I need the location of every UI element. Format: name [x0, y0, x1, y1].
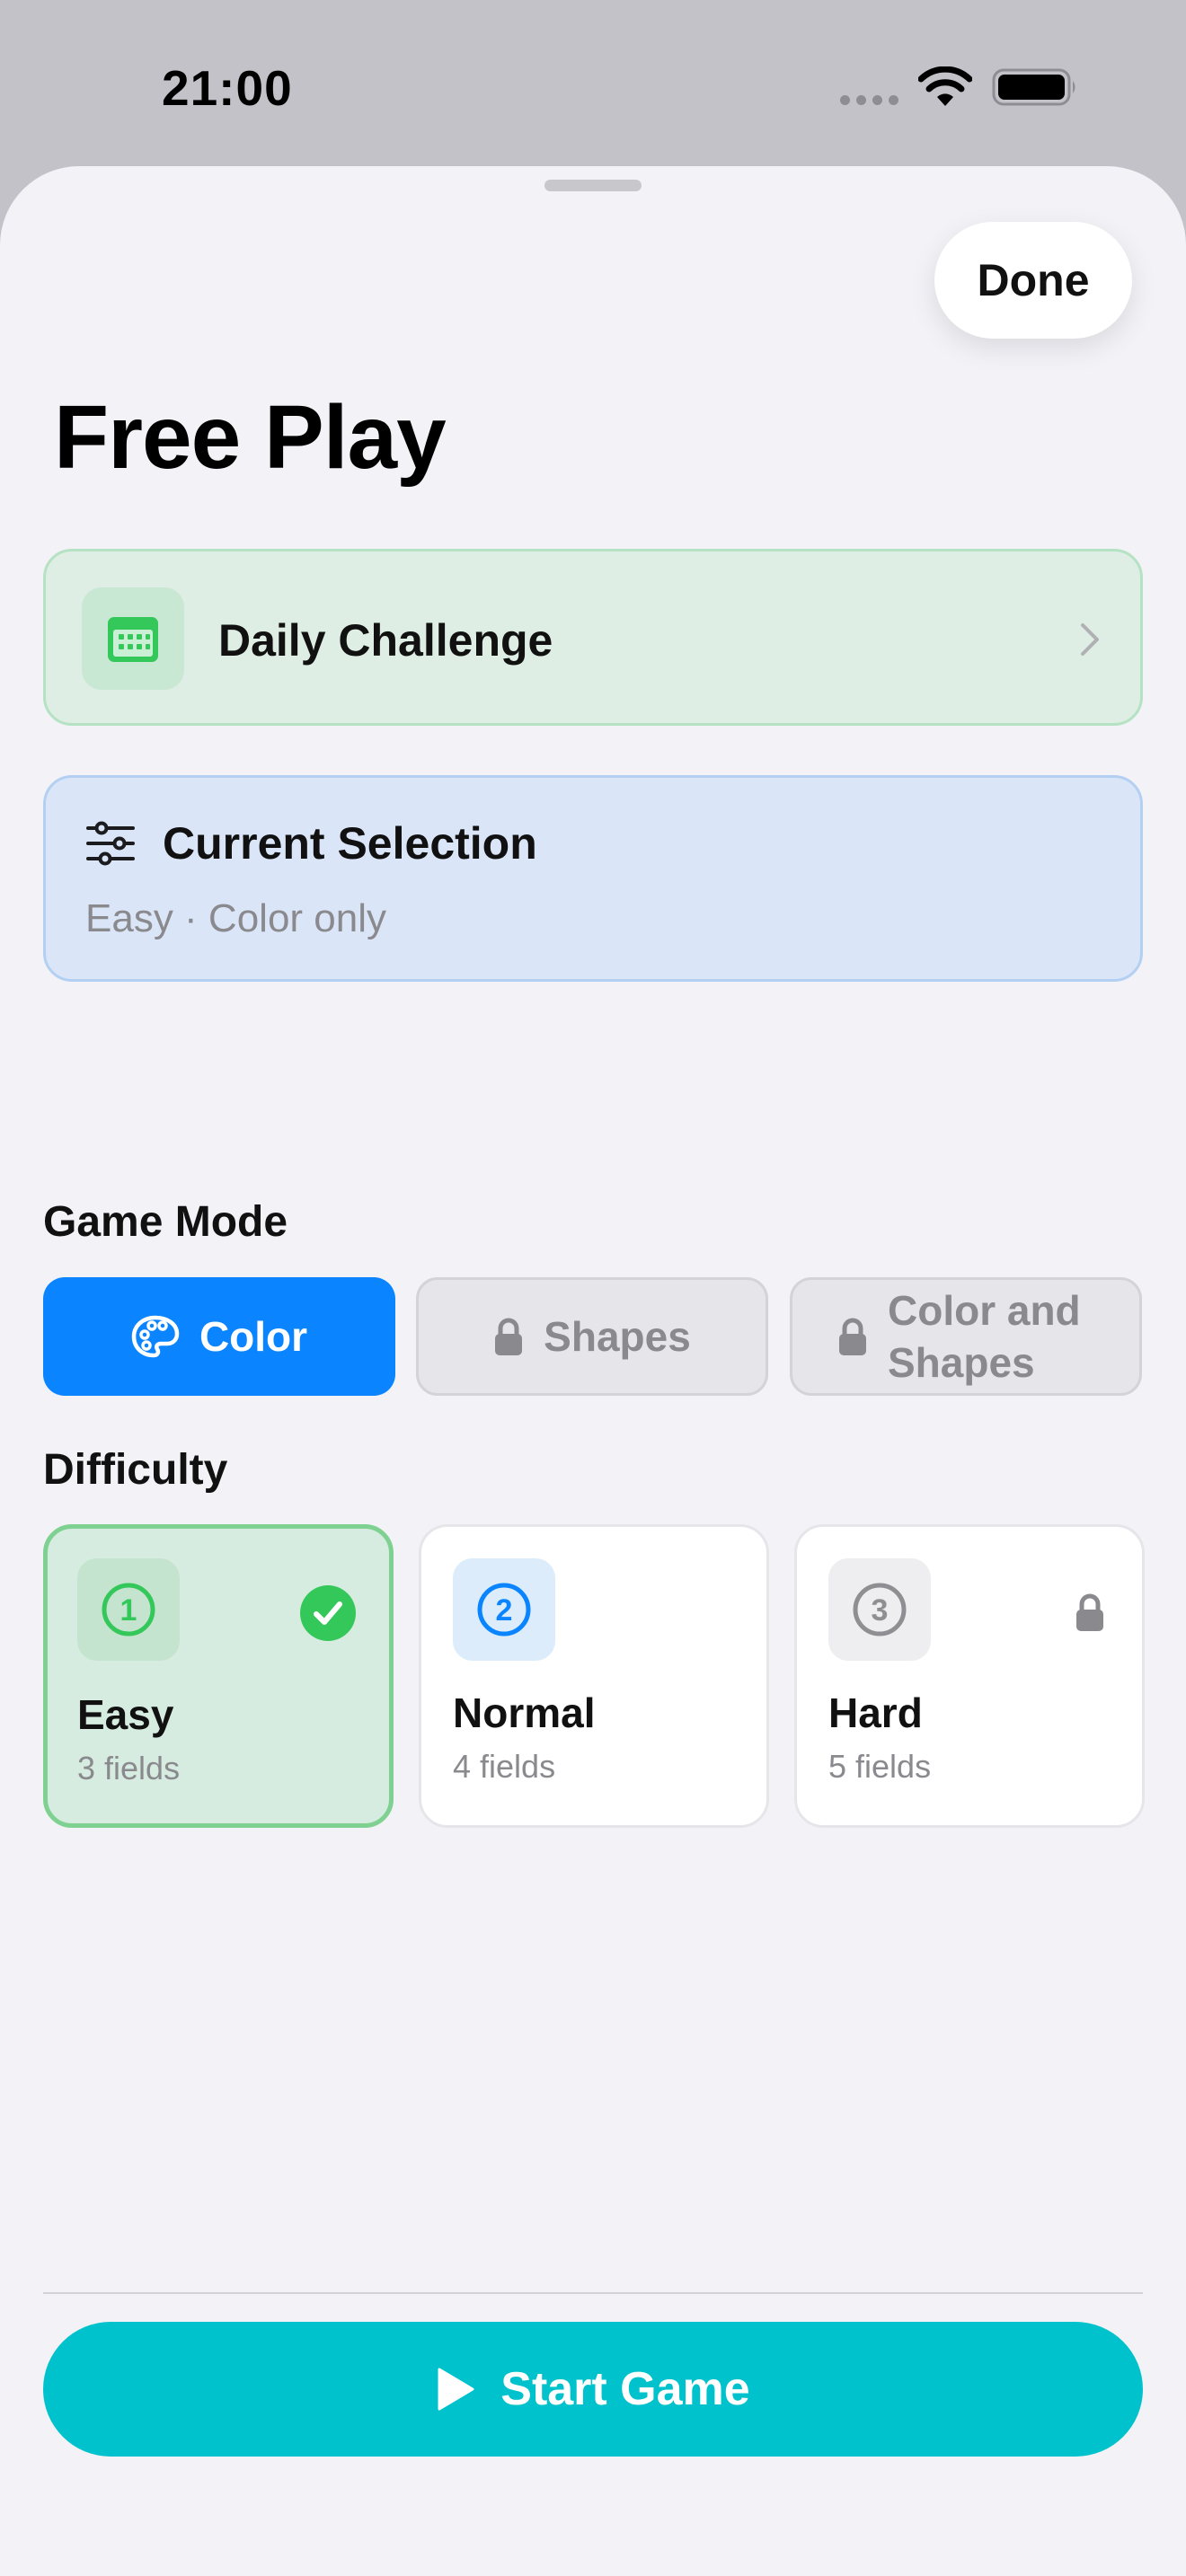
sheet-grabber[interactable]	[544, 180, 642, 191]
page-title: Free Play	[54, 387, 447, 488]
checkmark-circle-icon	[300, 1585, 356, 1641]
mode-color-label: Color	[199, 1313, 308, 1360]
lock-icon	[495, 1318, 523, 1355]
done-button[interactable]: Done	[934, 222, 1132, 339]
difficulty-easy-card[interactable]: 1 Easy 3 fields	[43, 1524, 394, 1828]
current-selection-title: Current Selection	[163, 818, 537, 869]
daily-challenge-label: Daily Challenge	[218, 615, 553, 666]
status-time: 21:00	[162, 60, 293, 116]
lock-icon	[839, 1318, 866, 1355]
current-selection-summary: Easy · Color only	[85, 896, 387, 940]
status-bar: 21:00	[0, 0, 1186, 166]
number-2-circle-icon: 2	[477, 1583, 531, 1636]
difficulty-normal-icon-box: 2	[453, 1558, 555, 1661]
mode-color-button[interactable]: Color	[43, 1277, 395, 1396]
difficulty-easy-name: Easy	[77, 1691, 174, 1738]
difficulty-easy-fields: 3 fields	[77, 1750, 181, 1786]
calendar-icon	[108, 617, 158, 662]
difficulty-hard-fields: 5 fields	[828, 1748, 932, 1785]
difficulty-hard-card[interactable]: 3 Hard 5 fields	[794, 1524, 1145, 1828]
difficulty-normal-fields: 4 fields	[453, 1748, 556, 1785]
mode-shapes-button[interactable]: Shapes	[416, 1277, 768, 1396]
number-3-circle-icon: 3	[853, 1583, 907, 1636]
mode-color-and-shapes-label: Color and Shapes	[888, 1287, 1081, 1386]
lock-icon	[1076, 1593, 1103, 1631]
difficulty-hard-number: 3	[872, 1593, 889, 1628]
difficulty-easy-icon-box: 1	[77, 1558, 180, 1661]
current-selection-card: Current Selection Easy · Color only	[43, 775, 1143, 982]
cellular-signal-icon	[840, 95, 898, 105]
daily-challenge-icon-box	[82, 587, 184, 690]
chevron-right-icon	[1081, 623, 1099, 656]
difficulty-normal-number: 2	[496, 1593, 513, 1628]
difficulty-hard-icon-box: 3	[828, 1558, 931, 1661]
footer-divider	[43, 2292, 1143, 2294]
wifi-icon	[918, 66, 972, 106]
number-1-circle-icon: 1	[102, 1583, 155, 1636]
mode-color-and-shapes-button[interactable]: Color and Shapes	[790, 1277, 1142, 1396]
mode-shapes-label: Shapes	[544, 1313, 691, 1360]
sliders-icon	[86, 821, 135, 866]
battery-icon	[992, 68, 1075, 106]
start-game-label: Start Game	[500, 2363, 750, 2415]
play-icon	[438, 2368, 474, 2411]
palette-icon	[131, 1315, 180, 1358]
game-mode-heading: Game Mode	[43, 1198, 288, 1246]
daily-challenge-card[interactable]: Daily Challenge	[43, 549, 1143, 726]
difficulty-easy-number: 1	[120, 1593, 137, 1628]
start-game-button[interactable]: Start Game	[43, 2322, 1143, 2457]
difficulty-heading: Difficulty	[43, 1446, 228, 1494]
difficulty-hard-name: Hard	[828, 1689, 923, 1736]
difficulty-normal-card[interactable]: 2 Normal 4 fields	[419, 1524, 769, 1828]
free-play-sheet: Done Free Play Daily Challenge Current S…	[0, 166, 1186, 2576]
difficulty-normal-name: Normal	[453, 1689, 596, 1736]
